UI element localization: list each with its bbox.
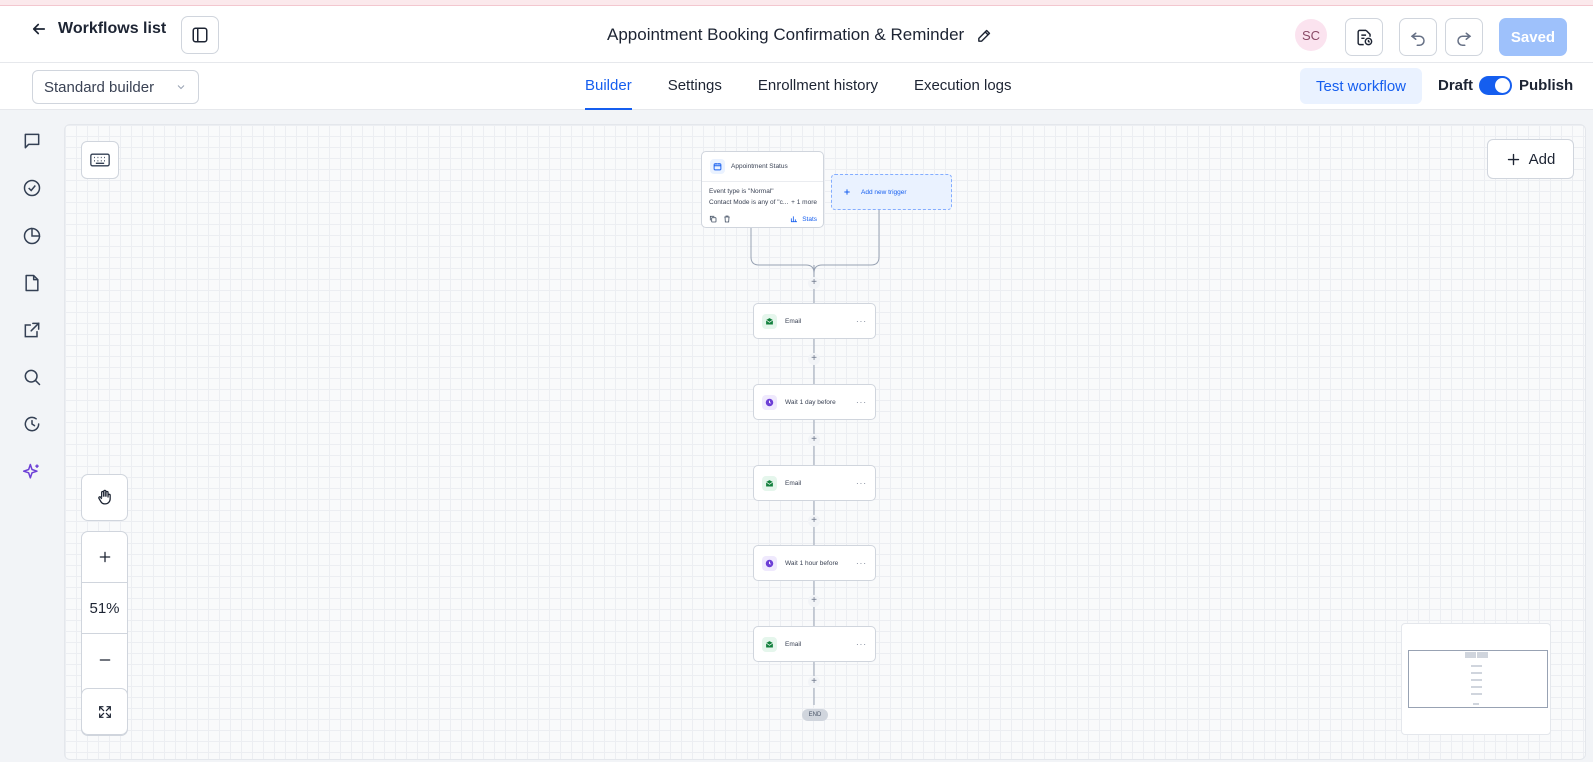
builder-type-value: Standard builder	[44, 78, 155, 96]
more-options-icon[interactable]: ···	[856, 398, 867, 407]
ai-sparkle-icon[interactable]	[21, 461, 43, 483]
check-circle-icon[interactable]	[21, 177, 43, 199]
connector-lines	[750, 210, 880, 705]
redo-icon	[1457, 32, 1472, 46]
insert-step-button[interactable]: +	[808, 595, 820, 607]
add-new-trigger-button[interactable]: Add new trigger	[831, 174, 952, 210]
zoom-in-button[interactable]	[82, 532, 127, 583]
workflow-step-wait[interactable]: Wait 1 hour before ···	[753, 545, 876, 581]
arrow-left-icon	[32, 23, 46, 35]
workflow-title: Appointment Booking Confirmation & Remin…	[607, 25, 993, 45]
publish-toggle[interactable]	[1479, 76, 1512, 95]
workflow-title-text: Appointment Booking Confirmation & Remin…	[607, 25, 965, 44]
chevron-down-icon	[177, 85, 185, 90]
more-options-icon[interactable]: ···	[856, 479, 867, 488]
edit-pencil-icon[interactable]	[976, 27, 993, 44]
undo-button[interactable]	[1399, 18, 1437, 56]
history-icon[interactable]	[21, 413, 43, 435]
version-history-button[interactable]	[1345, 18, 1383, 56]
tab-builder[interactable]: Builder	[585, 63, 632, 110]
trigger-title: Appointment Status	[731, 163, 788, 170]
pan-tool-button[interactable]	[81, 474, 128, 521]
expand-icon	[98, 705, 111, 718]
copy-icon[interactable]	[709, 215, 717, 223]
step-label: Wait 1 hour before	[785, 559, 839, 567]
back-label: Workflows list	[58, 20, 167, 37]
bar-chart-icon	[791, 216, 798, 223]
plus-icon	[99, 551, 110, 563]
back-to-workflows-link[interactable]: Workflows list	[30, 20, 166, 38]
mail-icon	[762, 636, 777, 652]
trigger-header: Appointment Status	[702, 152, 823, 182]
minus-icon	[99, 658, 110, 661]
avatar[interactable]: SC	[1295, 19, 1327, 51]
fit-to-screen-button[interactable]	[81, 688, 128, 735]
search-icon[interactable]	[21, 366, 43, 388]
insert-step-button[interactable]: +	[808, 353, 820, 365]
minimap-nodes	[1465, 652, 1488, 705]
undo-icon	[1410, 32, 1425, 46]
zoom-level: 51%	[82, 583, 127, 634]
clock-icon	[762, 555, 777, 571]
trigger-more-badge[interactable]: + 1 more	[791, 197, 817, 208]
minimap[interactable]	[1401, 623, 1551, 735]
stats-label: Stats	[802, 215, 817, 223]
tab-enrollment-history[interactable]: Enrollment history	[758, 63, 878, 110]
mail-icon	[762, 475, 777, 491]
more-options-icon[interactable]: ···	[856, 317, 867, 326]
saved-button[interactable]: Saved	[1499, 18, 1567, 56]
canvas-area: Add Appointment Status Event type is "No…	[64, 110, 1593, 762]
more-options-icon[interactable]: ···	[856, 559, 867, 568]
workflow-step-email[interactable]: Email ···	[753, 303, 876, 339]
file-icon[interactable]	[21, 272, 43, 294]
comment-icon[interactable]	[21, 130, 43, 152]
more-options-icon[interactable]: ···	[856, 640, 867, 649]
workflow-step-email[interactable]: Email ···	[753, 465, 876, 501]
calendar-icon	[710, 159, 725, 174]
publish-label: Publish	[1519, 77, 1574, 94]
builder-type-select[interactable]: Standard builder	[32, 70, 199, 104]
trigger-node[interactable]: Appointment Status Event type is "Normal…	[701, 151, 824, 228]
sub-toolbar: Standard builder Builder Settings Enroll…	[0, 63, 1593, 110]
step-label: Email	[785, 479, 802, 487]
draft-label: Draft	[1438, 77, 1474, 94]
insert-step-button[interactable]: +	[808, 676, 820, 688]
workflow-canvas[interactable]: Add Appointment Status Event type is "No…	[64, 124, 1586, 760]
insert-step-button[interactable]: +	[808, 434, 820, 446]
pie-chart-icon[interactable]	[21, 225, 43, 247]
document-history-icon	[1356, 29, 1372, 45]
hand-icon	[98, 489, 111, 505]
trigger-footer: Stats	[709, 215, 817, 223]
zoom-out-button[interactable]	[82, 634, 127, 685]
insert-step-button[interactable]: +	[808, 515, 820, 527]
step-label: Wait 1 day before	[785, 398, 836, 406]
workflow-step-email[interactable]: Email ···	[753, 626, 876, 662]
step-label: Email	[785, 317, 802, 325]
redo-button[interactable]	[1445, 18, 1483, 56]
tab-settings[interactable]: Settings	[668, 63, 722, 110]
add-new-trigger-label: Add new trigger	[861, 188, 907, 196]
tab-bar: Builder Settings Enrollment history Exec…	[585, 63, 1012, 110]
external-link-icon[interactable]	[21, 319, 43, 341]
mail-icon	[762, 313, 777, 329]
sidebar-panel-icon	[192, 27, 208, 43]
test-workflow-button[interactable]: Test workflow	[1300, 68, 1422, 104]
toggle-sidebar-button[interactable]	[181, 16, 219, 54]
trigger-filter-1: Event type is "Normal"	[709, 188, 774, 195]
header: Workflows list Appointment Booking Confi…	[0, 6, 1593, 63]
workflow-step-wait[interactable]: Wait 1 day before ···	[753, 384, 876, 420]
trigger-filter-2: Contact Mode is any of "c... + 1 more	[709, 197, 817, 208]
step-label: Email	[785, 640, 802, 648]
end-marker: END	[802, 709, 828, 721]
stats-link[interactable]: Stats	[790, 215, 817, 223]
plus-icon	[844, 189, 850, 195]
tab-execution-logs[interactable]: Execution logs	[914, 63, 1012, 110]
delete-icon[interactable]	[723, 215, 731, 223]
left-tool-rail	[0, 110, 64, 762]
insert-step-button[interactable]: +	[808, 277, 820, 289]
clock-icon	[762, 394, 777, 410]
